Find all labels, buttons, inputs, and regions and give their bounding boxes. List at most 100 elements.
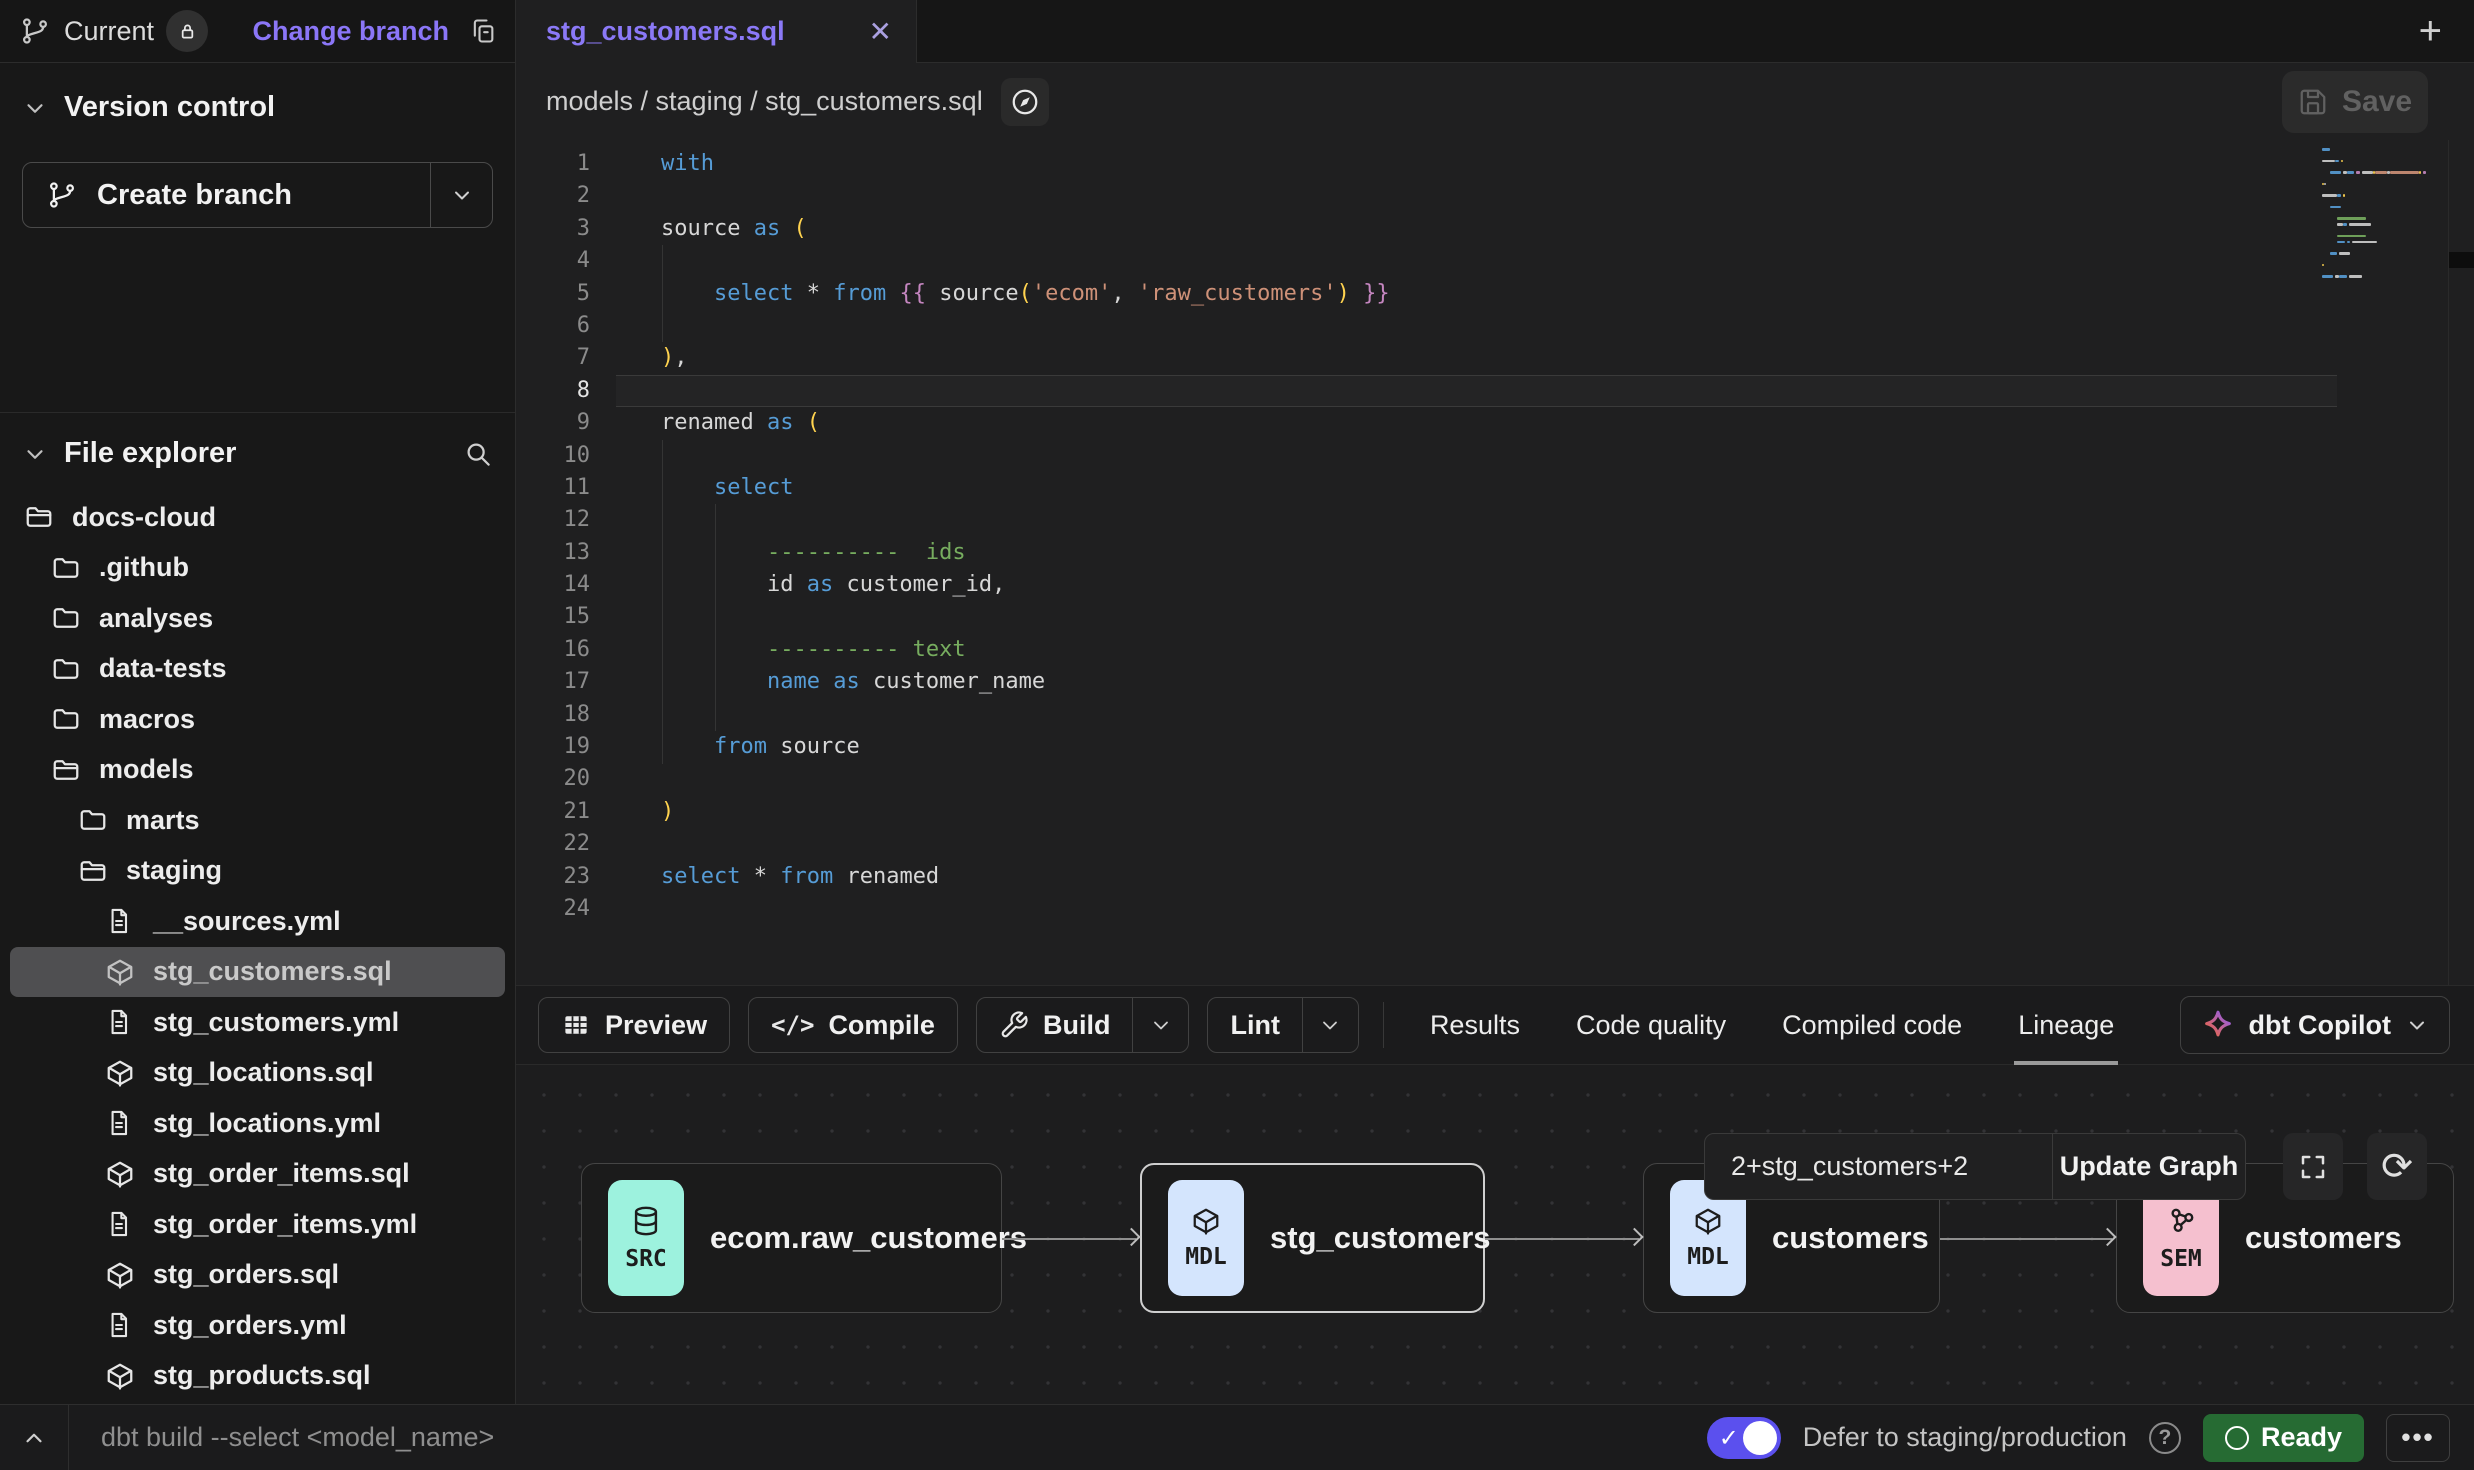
update-graph-button[interactable]: Update Graph — [2052, 1134, 2245, 1199]
file-tree-item-stg_order_items.sql[interactable]: stg_order_items.sql — [10, 1149, 505, 1200]
file-tree-item-.github[interactable]: .github — [10, 543, 505, 594]
close-tab-icon[interactable]: ✕ — [869, 15, 892, 48]
file-label: docs-cloud — [72, 502, 216, 533]
file-label: stg_orders.yml — [153, 1310, 347, 1341]
build-button[interactable]: Build — [976, 997, 1190, 1053]
file-tree-item-models[interactable]: models — [10, 745, 505, 796]
file-label: stg_orders.sql — [153, 1259, 339, 1290]
node-type-badge: MDL — [1168, 1180, 1244, 1296]
create-branch-button[interactable]: Create branch — [22, 162, 493, 228]
file-tree-item-data-tests[interactable]: data-tests — [10, 644, 505, 695]
line-content — [616, 504, 2337, 536]
code-line-2[interactable]: 2 — [516, 180, 2474, 212]
code-line-10[interactable]: 10 — [516, 440, 2474, 472]
chevron-down-icon[interactable] — [22, 95, 48, 121]
code-line-16[interactable]: 16 ---------- text — [516, 634, 2474, 666]
dbt-copilot-button[interactable]: dbt Copilot — [2180, 996, 2450, 1054]
code-line-20[interactable]: 20 — [516, 763, 2474, 795]
network-icon — [2164, 1204, 2198, 1238]
editor-tab[interactable]: stg_customers.sql ✕ — [516, 0, 917, 63]
file-label: stg_order_items.sql — [153, 1158, 410, 1189]
file-tree-item-staging[interactable]: staging — [10, 846, 505, 897]
line-content: ) — [616, 796, 2337, 828]
defer-toggle[interactable]: ✓ — [1707, 1417, 1781, 1459]
code-line-4[interactable]: 4 — [516, 245, 2474, 277]
lineage-panel[interactable]: SRCecom.raw_customers MDLstg_customersMDL… — [516, 1065, 2474, 1404]
line-number: 8 — [516, 375, 616, 407]
code-line-8[interactable]: 8 — [516, 375, 2474, 407]
search-icon[interactable] — [463, 439, 493, 469]
code-line-3[interactable]: 3source as ( — [516, 213, 2474, 245]
line-number: 22 — [516, 828, 616, 860]
line-number: 10 — [516, 440, 616, 472]
code-editor[interactable]: 1with23source as (45 select * from {{ so… — [516, 140, 2474, 985]
model-icon — [105, 1058, 139, 1088]
code-line-1[interactable]: 1with — [516, 148, 2474, 180]
file-tree-item-stg_products.sql[interactable]: stg_products.sql — [10, 1351, 505, 1402]
ready-status-button[interactable]: Ready — [2203, 1414, 2364, 1462]
code-line-21[interactable]: 21) — [516, 796, 2474, 828]
code-line-19[interactable]: 19 from source — [516, 731, 2474, 763]
breadcrumb: models / staging / stg_customers.sql — [546, 86, 983, 117]
chevron-down-icon[interactable] — [1132, 998, 1188, 1052]
file-tree-item-analyses[interactable]: analyses — [10, 593, 505, 644]
code-line-5[interactable]: 5 select * from {{ source('ecom', 'raw_c… — [516, 278, 2474, 310]
fullscreen-icon[interactable] — [2283, 1133, 2343, 1200]
editor-scrollbar[interactable] — [2448, 140, 2474, 985]
chevron-down-icon[interactable] — [22, 441, 48, 467]
lineage-selector-input[interactable]: 2+stg_customers+2 — [1705, 1134, 2052, 1199]
file-label: stg_customers.yml — [153, 1007, 399, 1038]
code-line-12[interactable]: 12 — [516, 504, 2474, 536]
file-tree-item-stg_customers.sql[interactable]: stg_customers.sql — [10, 947, 505, 998]
tab-lineage[interactable]: Lineage — [1990, 986, 2142, 1064]
copy-icon[interactable] — [469, 17, 497, 45]
code-line-24[interactable]: 24 — [516, 893, 2474, 925]
file-tree-item-__sources.yml[interactable]: __sources.yml — [10, 896, 505, 947]
change-branch-link[interactable]: Change branch — [252, 16, 449, 47]
lint-button[interactable]: Lint — [1207, 997, 1358, 1053]
file-tree: docs-cloud .githubanalysesdata-testsmacro… — [0, 492, 515, 1401]
tab-code-quality[interactable]: Code quality — [1548, 986, 1754, 1064]
command-input[interactable]: dbt build --select <model_name> — [69, 1422, 1707, 1453]
file-tree-item-stg_locations.yml[interactable]: stg_locations.yml — [10, 1098, 505, 1149]
create-branch-label: Create branch — [97, 179, 292, 212]
code-line-15[interactable]: 15 — [516, 601, 2474, 633]
tab-results[interactable]: Results — [1402, 986, 1548, 1064]
refresh-icon[interactable]: ⟳ — [2367, 1133, 2427, 1200]
code-line-9[interactable]: 9renamed as ( — [516, 407, 2474, 439]
compile-button[interactable]: </>Compile — [748, 997, 958, 1053]
preview-button[interactable]: Preview — [538, 997, 730, 1053]
code-line-22[interactable]: 22 — [516, 828, 2474, 860]
file-tree-item-stg_order_items.yml[interactable]: stg_order_items.yml — [10, 1199, 505, 1250]
code-line-6[interactable]: 6 — [516, 310, 2474, 342]
tab-compiled-code[interactable]: Compiled code — [1754, 986, 1990, 1064]
help-icon[interactable]: ? — [2149, 1422, 2181, 1454]
code-line-7[interactable]: 7), — [516, 342, 2474, 374]
wrench-icon — [999, 1010, 1029, 1040]
chevron-up-icon[interactable] — [0, 1405, 69, 1470]
file-tree-item-marts[interactable]: marts — [10, 795, 505, 846]
chevron-down-icon[interactable] — [1302, 998, 1358, 1052]
more-options-button[interactable]: ••• — [2386, 1414, 2450, 1462]
line-number: 7 — [516, 342, 616, 374]
compass-icon[interactable] — [1001, 78, 1049, 126]
save-button[interactable]: Save — [2282, 71, 2428, 133]
code-line-17[interactable]: 17 name as customer_name — [516, 666, 2474, 698]
folder-open-icon — [24, 502, 58, 532]
file-tree-item-stg_locations.sql[interactable]: stg_locations.sql — [10, 1048, 505, 1099]
file-tree-item-stg_customers.yml[interactable]: stg_customers.yml — [10, 997, 505, 1048]
code-line-18[interactable]: 18 — [516, 699, 2474, 731]
file-tree-item-docs-cloud[interactable]: docs-cloud — [10, 492, 505, 543]
model-icon — [105, 1159, 139, 1189]
code-line-23[interactable]: 23select * from renamed — [516, 861, 2474, 893]
file-tree-item-macros[interactable]: macros — [10, 694, 505, 745]
create-branch-dropdown[interactable] — [430, 163, 492, 227]
code-line-13[interactable]: 13 ---------- ids — [516, 537, 2474, 569]
code-line-14[interactable]: 14 id as customer_id, — [516, 569, 2474, 601]
lineage-node-ecom.raw_customers[interactable]: SRCecom.raw_customers — [581, 1163, 1002, 1313]
code-line-11[interactable]: 11 select — [516, 472, 2474, 504]
new-tab-icon[interactable]: + — [2419, 11, 2442, 51]
file-tree-item-stg_orders.yml[interactable]: stg_orders.yml — [10, 1300, 505, 1351]
file-tree-item-stg_orders.sql[interactable]: stg_orders.sql — [10, 1250, 505, 1301]
lineage-node-stg_customers[interactable]: MDLstg_customers — [1140, 1163, 1485, 1313]
